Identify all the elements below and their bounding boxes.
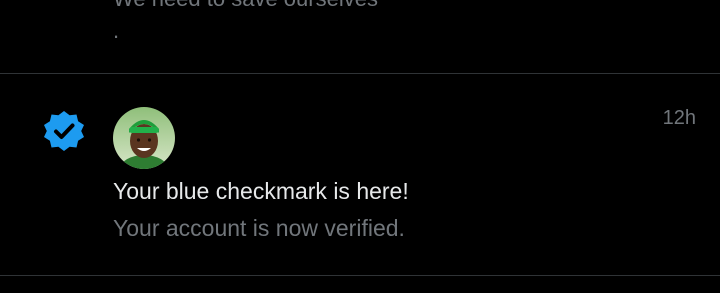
notification-title: Your blue checkmark is here!	[113, 178, 409, 204]
avatar[interactable]	[113, 107, 175, 169]
verified-notification[interactable]	[0, 74, 720, 275]
previous-notification-trailing: .	[113, 18, 120, 43]
avatar-image	[113, 107, 175, 169]
verified-badge-icon	[44, 111, 84, 151]
previous-notification[interactable]: We need to save ourselves .	[0, 0, 720, 73]
previous-notification-text: We need to save ourselves	[113, 0, 378, 12]
timestamp: 12h	[662, 107, 696, 129]
notification-body: Your account is now verified.	[113, 215, 405, 241]
divider	[0, 275, 720, 276]
